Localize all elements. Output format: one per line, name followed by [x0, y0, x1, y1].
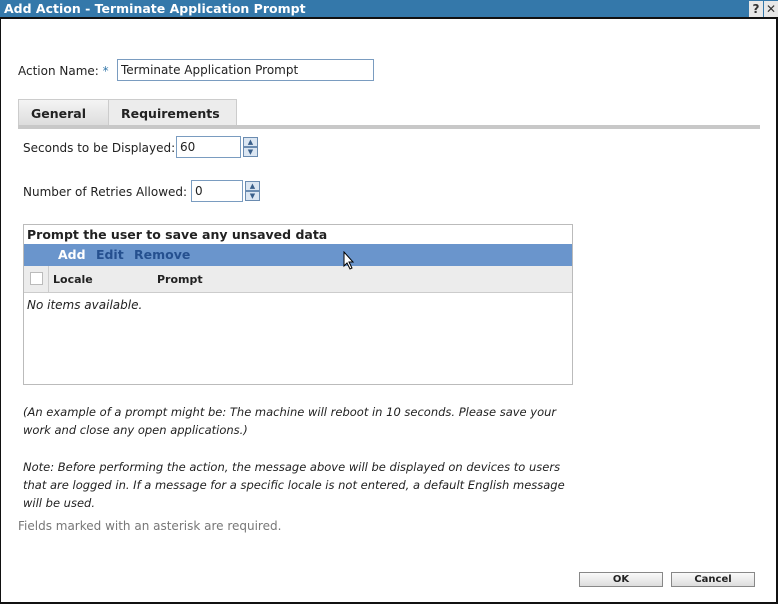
add-button[interactable]: Add [58, 247, 86, 262]
action-name-label: Action Name: * [18, 64, 109, 78]
arrow-down-icon[interactable]: ▼ [243, 147, 258, 157]
prompt-panel-title: Prompt the user to save any unsaved data [27, 227, 328, 242]
column-prompt[interactable]: Prompt [157, 273, 203, 286]
table-header: Locale Prompt [24, 266, 572, 293]
cancel-button[interactable]: Cancel [671, 572, 755, 587]
edit-button[interactable]: Edit [96, 247, 124, 262]
column-locale[interactable]: Locale [53, 273, 93, 286]
prompt-toolbar: Add Edit Remove [24, 244, 572, 266]
tab-divider [18, 125, 760, 129]
seconds-input[interactable] [176, 136, 241, 158]
retries-stepper[interactable]: ▲ ▼ [245, 181, 260, 201]
retries-input[interactable] [191, 180, 243, 202]
arrow-up-icon[interactable]: ▲ [243, 137, 258, 147]
tab-requirements[interactable]: Requirements [108, 99, 237, 126]
dialog-title: Add Action - Terminate Application Promp… [4, 1, 306, 16]
example-note: (An example of a prompt might be: The ma… [23, 405, 557, 437]
select-all-checkbox[interactable] [30, 272, 43, 285]
seconds-label: Seconds to be Displayed: [23, 141, 176, 155]
action-name-input[interactable] [117, 59, 374, 81]
mouse-cursor-icon [343, 251, 355, 270]
ok-button[interactable]: OK [579, 572, 663, 587]
locale-note: Note: Before performing the action, the … [23, 460, 565, 510]
remove-button[interactable]: Remove [134, 247, 190, 262]
help-icon[interactable]: ? [749, 1, 763, 17]
arrow-down-icon[interactable]: ▼ [245, 191, 260, 201]
seconds-stepper[interactable]: ▲ ▼ [243, 137, 258, 157]
title-bar: Add Action - Terminate Application Promp… [0, 0, 778, 19]
required-note: Fields marked with an asterisk are requi… [18, 519, 282, 533]
close-icon[interactable]: ✕ [764, 1, 778, 17]
empty-message: No items available. [27, 298, 143, 312]
tab-general[interactable]: General [18, 99, 109, 126]
prompt-panel: Prompt the user to save any unsaved data… [23, 224, 573, 385]
arrow-up-icon[interactable]: ▲ [245, 181, 260, 191]
retries-label: Number of Retries Allowed: [23, 185, 188, 199]
